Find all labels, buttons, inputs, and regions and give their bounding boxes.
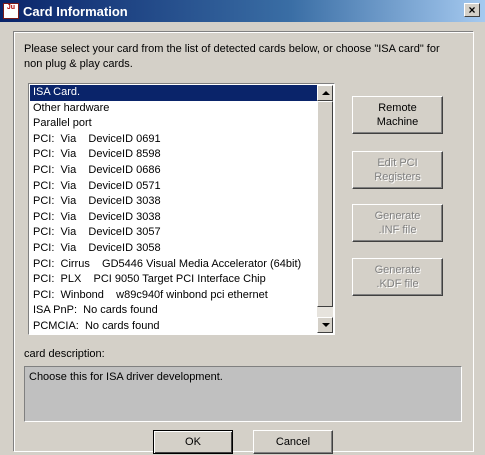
close-button[interactable]: × bbox=[464, 3, 480, 17]
list-item[interactable]: Parallel port bbox=[30, 116, 317, 132]
list-item[interactable]: PCI: Via DeviceID 3038 bbox=[30, 210, 317, 226]
list-item[interactable]: ISA Card. bbox=[30, 85, 317, 101]
generate-kdf-button[interactable]: Generate .KDF file bbox=[352, 258, 443, 296]
list-item[interactable]: PCI: Via DeviceID 8598 bbox=[30, 147, 317, 163]
edit-pci-registers-button[interactable]: Edit PCI Registers bbox=[352, 151, 443, 189]
card-listbox[interactable]: ISA Card. Other hardware Parallel port PCI:… bbox=[28, 83, 335, 335]
list-item[interactable]: Other hardware bbox=[30, 101, 317, 117]
window-title: Card Information bbox=[23, 4, 128, 19]
list-item[interactable]: PCI: Via DeviceID 0691 bbox=[30, 132, 317, 148]
list-item[interactable]: PCI: Cirrus GD5446 Visual Media Accelera… bbox=[30, 257, 317, 273]
list-item[interactable]: PCI: Via DeviceID 0571 bbox=[30, 179, 317, 195]
remote-machine-button[interactable]: Remote Machine bbox=[352, 96, 443, 134]
card-description-box: Choose this for ISA driver development. bbox=[24, 366, 462, 422]
title-bar: Ju Card Information × bbox=[0, 0, 485, 22]
scroll-down-button[interactable] bbox=[317, 317, 333, 333]
arrow-down-icon bbox=[322, 323, 330, 327]
list-item[interactable]: PCI: Via DeviceID 3057 bbox=[30, 225, 317, 241]
list-item[interactable]: PCI: Via DeviceID 0686 bbox=[30, 163, 317, 179]
list-item[interactable]: PCI: Via DeviceID 3058 bbox=[30, 241, 317, 257]
card-list: ISA Card. Other hardware Parallel port PCI:… bbox=[30, 85, 317, 333]
app-icon: Ju bbox=[3, 3, 19, 19]
arrow-up-icon bbox=[322, 91, 330, 95]
generate-inf-button[interactable]: Generate .INF file bbox=[352, 204, 443, 242]
list-item[interactable]: PCI: PLX PCI 9050 Target PCI Interface C… bbox=[30, 272, 317, 288]
scroll-up-button[interactable] bbox=[317, 85, 333, 101]
scroll-thumb[interactable] bbox=[317, 101, 333, 307]
list-item[interactable]: PCI: Via DeviceID 3038 bbox=[30, 194, 317, 210]
card-description-text: Choose this for ISA driver development. bbox=[29, 371, 223, 383]
list-item[interactable]: PCMCIA: No cards found bbox=[30, 319, 317, 333]
ok-button[interactable]: OK bbox=[153, 430, 233, 454]
list-item[interactable]: PCI: Winbond w89c940f winbond pci ethern… bbox=[30, 288, 317, 304]
card-description-label: card description: bbox=[24, 348, 105, 360]
vertical-scrollbar[interactable] bbox=[317, 85, 333, 333]
instructions-text: Please select your card from the list of… bbox=[24, 43, 440, 70]
cancel-button[interactable]: Cancel bbox=[253, 430, 333, 454]
list-item[interactable]: ISA PnP: No cards found bbox=[30, 303, 317, 319]
